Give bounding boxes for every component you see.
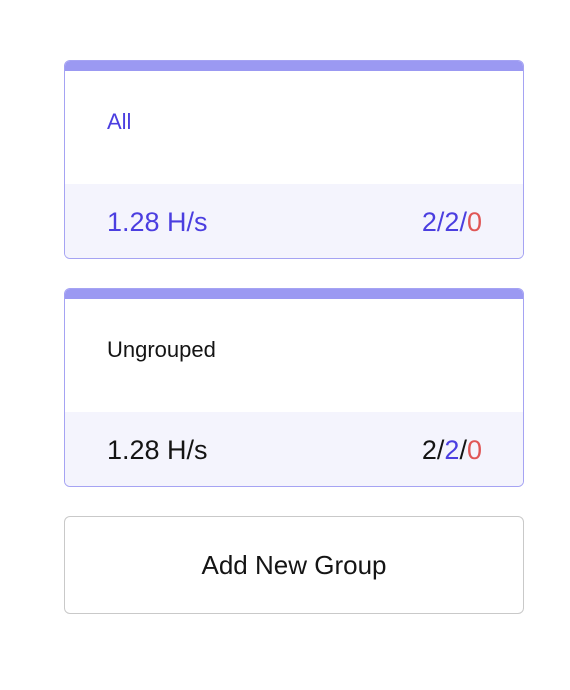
group-card-all[interactable]: All 1.28 H/s 2/2/0	[64, 60, 524, 259]
count-separator: /	[459, 435, 467, 465]
count-offline: 0	[466, 207, 482, 237]
worker-counts: 2/2/0	[422, 207, 482, 237]
worker-counts: 2/2/0	[422, 435, 482, 465]
count-online: 2	[444, 435, 460, 465]
group-card-ungrouped[interactable]: Ungrouped 1.28 H/s 2/2/0	[64, 288, 524, 487]
card-footer: 1.28 H/s 2/2/0	[65, 412, 523, 486]
count-offline: 0	[466, 435, 482, 465]
group-name: All	[107, 109, 132, 134]
count-total: 2	[421, 207, 437, 237]
add-new-group-button[interactable]: Add New Group	[64, 516, 524, 614]
group-hashrate: 1.28 H/s	[107, 435, 208, 465]
count-online: 2	[444, 207, 460, 237]
group-hashrate: 1.28 H/s	[107, 207, 208, 237]
count-separator: /	[459, 207, 467, 237]
card-accent-bar	[65, 61, 523, 71]
count-total: 2	[421, 435, 437, 465]
card-footer: 1.28 H/s 2/2/0	[65, 184, 523, 258]
card-accent-bar	[65, 289, 523, 299]
group-name: Ungrouped	[107, 337, 216, 362]
